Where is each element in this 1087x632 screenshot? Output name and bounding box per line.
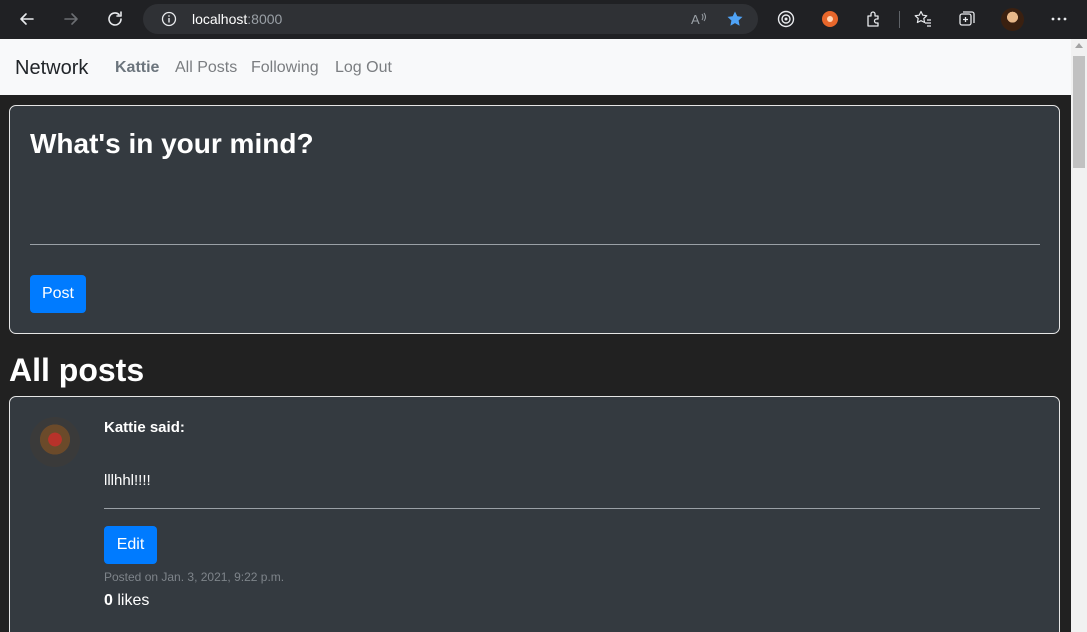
nav-logout-link[interactable]: Log Out [335,59,392,77]
url-host: localhost [192,11,248,27]
back-icon[interactable] [16,8,38,30]
refresh-icon[interactable] [104,8,126,30]
post-card: Kattie said: lllhhl!!!! Edit Posted on J… [9,396,1060,632]
post-author-avatar[interactable] [30,417,80,467]
brand-link[interactable]: Network [15,57,88,80]
post-likes[interactable]: 0 likes [104,592,149,610]
more-menu-icon[interactable] [1049,9,1069,29]
nav-all-posts-link[interactable]: All Posts [175,59,237,77]
extension-orange-icon[interactable] [820,9,840,29]
scroll-thumb[interactable] [1073,56,1085,168]
profile-avatar[interactable] [1001,8,1024,31]
post-divider [104,508,1040,509]
favorites-icon[interactable] [913,9,933,29]
scroll-up-arrow-icon[interactable] [1075,43,1083,48]
nav-following-link[interactable]: Following [251,59,319,77]
compose-title: What's in your mind? [30,128,314,159]
section-title: All posts [9,352,145,388]
compose-textarea[interactable] [30,244,1040,245]
page-viewport: Network Kattie All Posts Following Log O… [0,39,1071,632]
forward-icon[interactable] [60,8,82,30]
favorite-star-icon[interactable] [726,10,744,28]
post-timestamp: Posted on Jan. 3, 2021, 9:22 p.m. [104,570,285,584]
edit-button[interactable]: Edit [104,526,157,564]
url-port: :8000 [247,11,283,27]
nav-user-link[interactable]: Kattie [115,59,159,77]
address-bar[interactable]: localhost:8000 A [143,4,758,34]
page-scrollbar[interactable] [1071,39,1087,632]
read-aloud-icon[interactable]: A [690,10,708,28]
tracking-icon[interactable] [776,9,796,29]
toolbar-divider [899,11,900,28]
svg-text:A: A [691,12,700,27]
compose-card: What's in your mind? Post [9,105,1060,334]
site-info-icon[interactable] [161,11,177,27]
extensions-puzzle-icon[interactable] [864,9,884,29]
post-content: lllhhl!!!! [104,472,151,489]
url-text: localhost:8000 [192,11,282,27]
likes-label: likes [112,592,150,609]
likes-count: 0 [104,592,113,609]
collections-icon[interactable] [957,9,977,29]
post-button[interactable]: Post [30,275,86,313]
site-navbar: Network Kattie All Posts Following Log O… [0,39,1071,95]
browser-toolbar: localhost:8000 A [0,0,1087,39]
post-author[interactable]: Kattie said: [104,419,185,436]
